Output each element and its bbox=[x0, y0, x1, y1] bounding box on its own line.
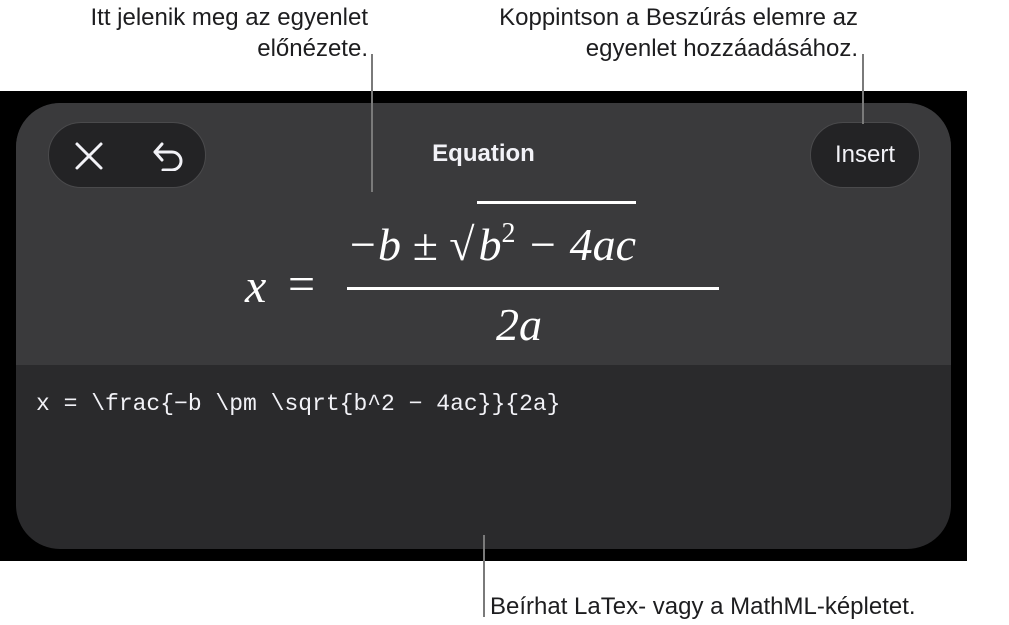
equation-denominator: 2a bbox=[496, 295, 542, 355]
denominator-text: 2a bbox=[496, 299, 542, 350]
screenshot-stage: Itt jelenik meg az egyenlet előnézete. K… bbox=[0, 0, 1009, 625]
callout-preview-line-1: Itt jelenik meg az egyenlet bbox=[90, 4, 369, 31]
callout-preview: Itt jelenik meg az egyenlet előnézete. bbox=[8, 2, 369, 64]
radicand-rest: − 4ac bbox=[515, 219, 637, 270]
leader-line-preview bbox=[371, 54, 373, 192]
callout-insert: Koppintson a Beszúrás elemre az egyenlet… bbox=[438, 2, 858, 64]
equation-variable: x bbox=[245, 260, 267, 313]
radicand-exponent: 2 bbox=[501, 218, 516, 249]
numerator-prefix: −b ± bbox=[347, 219, 450, 270]
callout-insert-line-1: Koppintson a Beszúrás elemre az bbox=[499, 4, 858, 31]
radicand: b2 − 4ac bbox=[476, 201, 637, 275]
callout-latex: Beírhat LaTex- vagy a MathML-képletet. bbox=[490, 593, 916, 620]
sqrt-sign: √ bbox=[449, 219, 475, 270]
latex-input-field[interactable]: x = \frac{−b \pm \sqrt{b^2 − 4ac}}{2a} bbox=[36, 389, 926, 419]
insert-button[interactable]: Insert bbox=[810, 122, 920, 188]
equation-preview: x = −b ± √b2 − 4ac 2a bbox=[16, 201, 951, 351]
radicand-base: b bbox=[478, 219, 502, 270]
equation-numerator: −b ± √b2 − 4ac bbox=[347, 201, 637, 275]
equation-equals: = bbox=[288, 258, 316, 311]
fraction-bar bbox=[347, 287, 719, 290]
leader-line-insert bbox=[862, 54, 864, 124]
callout-insert-line-2: egyenlet hozzáadásához. bbox=[585, 35, 858, 62]
callout-preview-line-2: előnézete. bbox=[257, 35, 368, 62]
equation-sheet: Equation Insert x = −b ± √b2 − 4ac 2a x … bbox=[16, 103, 951, 549]
leader-line-latex bbox=[483, 535, 485, 617]
